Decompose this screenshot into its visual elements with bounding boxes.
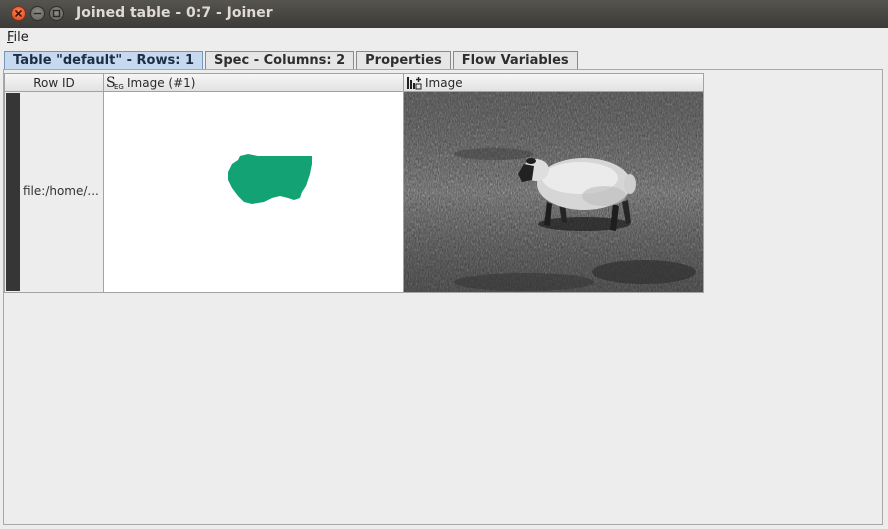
maximize-icon: [52, 9, 61, 18]
image-type-icon: [407, 76, 422, 89]
menu-file-label-rest: ile: [13, 30, 29, 45]
window-title: Joined table - 0:7 - Joiner: [76, 5, 273, 21]
maximize-window-button[interactable]: [49, 6, 64, 21]
svg-text:EG: EG: [114, 83, 124, 90]
row-id-text: file:/home/...: [23, 184, 99, 198]
segmentation-type-icon: S EG: [106, 75, 124, 90]
data-table: Row ID S EG Image (#1) Image file:/home/…: [4, 73, 704, 293]
title-bar[interactable]: Joined table - 0:7 - Joiner: [0, 0, 888, 29]
tab-spec[interactable]: Spec - Columns: 2: [205, 51, 355, 69]
column-header-label: Image: [425, 76, 463, 90]
minimize-window-button[interactable]: [30, 6, 45, 21]
minimize-icon: [33, 12, 42, 15]
segmentation-blob: [228, 154, 312, 204]
row-selection-marker: [6, 93, 20, 291]
tab-flow-variables[interactable]: Flow Variables: [452, 51, 578, 69]
row-id-cell[interactable]: file:/home/...: [4, 92, 104, 293]
column-header-image[interactable]: Image: [403, 73, 704, 92]
tab-bar: Table "default" - Rows: 1 Spec - Columns…: [4, 51, 580, 70]
close-icon: [15, 10, 22, 17]
column-header-label: Image (#1): [127, 76, 196, 90]
sheep-photo: [404, 92, 703, 292]
sheep-photo-cell[interactable]: [403, 92, 704, 293]
tab-table-default[interactable]: Table "default" - Rows: 1: [4, 51, 203, 69]
menu-file[interactable]: File: [7, 30, 29, 45]
column-header-image-1[interactable]: S EG Image (#1): [103, 73, 404, 92]
column-header-row-id[interactable]: Row ID: [4, 73, 104, 92]
column-header-label: Row ID: [33, 76, 75, 90]
menu-bar: File: [0, 28, 888, 48]
close-window-button[interactable]: [11, 6, 26, 21]
tab-properties[interactable]: Properties: [356, 51, 451, 69]
joiner-window: Joined table - 0:7 - Joiner File Table "…: [0, 0, 888, 529]
segmentation-image-cell[interactable]: [103, 92, 404, 293]
